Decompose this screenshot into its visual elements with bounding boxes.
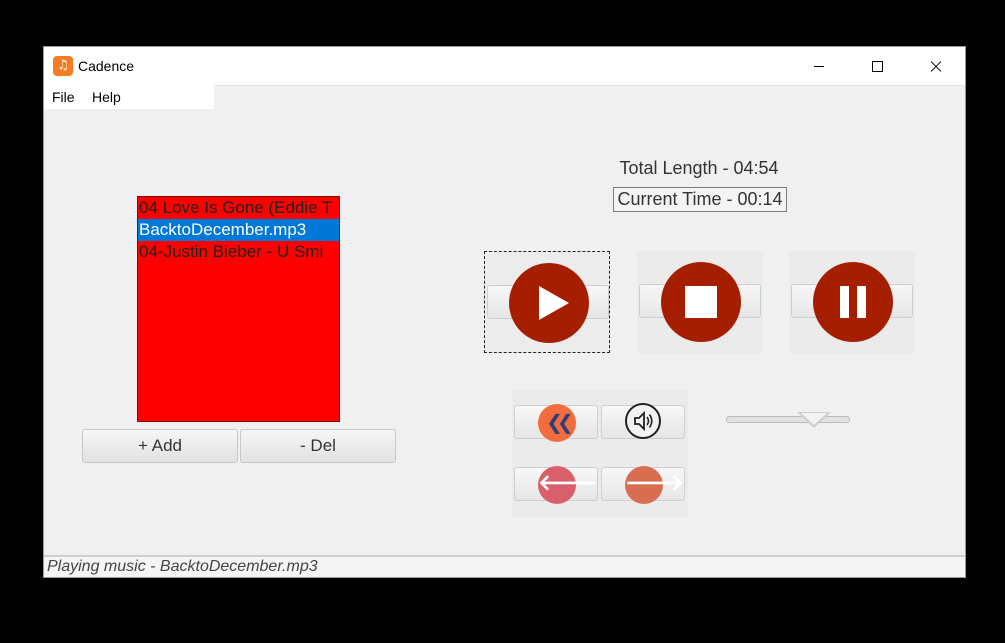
add-button[interactable]: + Add xyxy=(82,429,238,463)
maximize-button[interactable] xyxy=(848,47,906,85)
mute-button[interactable] xyxy=(601,403,685,439)
status-bar: Playing music - BacktoDecember.mp3 xyxy=(44,555,965,577)
playlist-item[interactable]: 04 Love Is Gone (Eddie T xyxy=(138,197,339,219)
delete-button[interactable]: - Del xyxy=(240,429,396,463)
double-chevron-left-icon: ❮❮ xyxy=(538,404,576,442)
pause-button[interactable] xyxy=(789,251,915,353)
playlist[interactable]: 04 Love Is Gone (Eddie T BacktoDecember.… xyxy=(137,196,340,422)
current-time-label: Current Time - 00:14 xyxy=(613,187,787,212)
menu-file[interactable]: File xyxy=(52,89,75,105)
stop-icon xyxy=(661,262,741,342)
arrow-left-icon: 🡐 xyxy=(538,466,597,504)
play-button[interactable] xyxy=(484,251,610,353)
menu-bar: File Help xyxy=(44,85,214,109)
playlist-item[interactable]: 04-Justin Bieber - U Smi xyxy=(138,241,339,263)
menu-help[interactable]: Help xyxy=(92,89,121,105)
navigation-panel: ❮❮ 🡐 🡒 xyxy=(512,391,688,517)
volume-slider-thumb-face xyxy=(801,413,827,425)
previous-track-button[interactable]: 🡐 xyxy=(514,466,598,504)
arrow-right-icon: 🡒 xyxy=(625,466,684,504)
volume-slider[interactable] xyxy=(726,412,850,428)
app-window: ♫ Cadence File Help 04 Love Is Gone (Edd… xyxy=(43,46,966,578)
playlist-item-selected[interactable]: BacktoDecember.mp3 xyxy=(138,219,339,241)
play-icon xyxy=(509,263,589,343)
minimize-button[interactable] xyxy=(790,47,848,85)
menu-divider xyxy=(214,85,965,86)
music-note-icon: ♫ xyxy=(53,56,73,76)
total-length-label: Total Length - 04:54 xyxy=(619,158,779,178)
stop-button[interactable] xyxy=(637,251,763,353)
window-title: Cadence xyxy=(78,58,135,74)
speaker-icon xyxy=(625,403,661,439)
pause-icon xyxy=(813,262,893,342)
rewind-button[interactable]: ❮❮ xyxy=(514,404,598,442)
title-bar: ♫ Cadence xyxy=(44,47,965,85)
close-button[interactable] xyxy=(906,47,964,85)
next-track-button[interactable]: 🡒 xyxy=(601,466,685,504)
